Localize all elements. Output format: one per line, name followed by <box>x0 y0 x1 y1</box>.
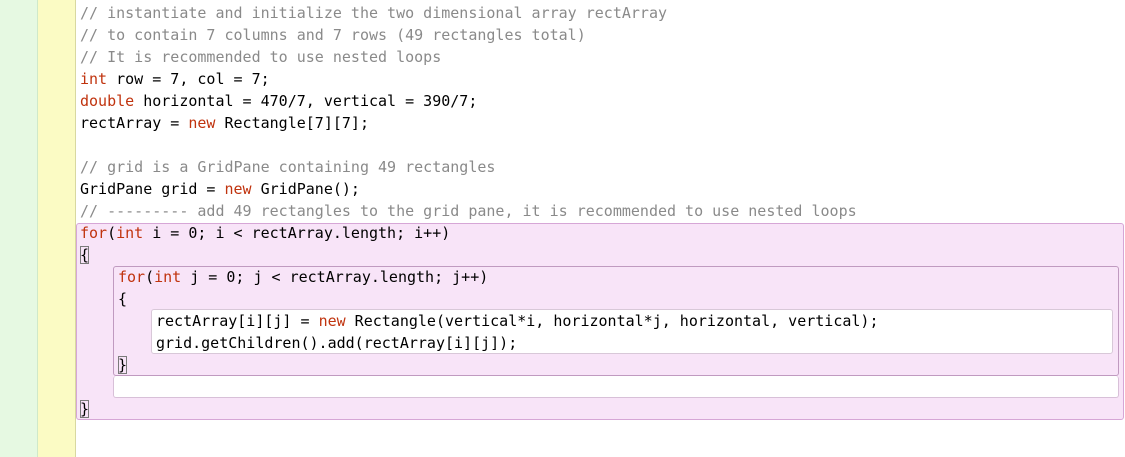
code-line[interactable]: // --------- add 49 rectangles to the gr… <box>80 200 857 222</box>
keyword-token: new <box>224 180 252 198</box>
code-line[interactable]: GridPane grid = new GridPane(); <box>80 178 360 200</box>
code-token: i = 0; i < rectArray.length; i++) <box>143 224 451 242</box>
code-line[interactable]: // It is recommended to use nested loops <box>80 46 441 68</box>
diff-gutter <box>0 0 38 457</box>
empty-line-block <box>113 376 1119 398</box>
comment-token: // to contain 7 columns and 7 rows (49 r… <box>80 26 586 44</box>
code-token: Rectangle(vertical*i, horizontal*j, hori… <box>345 312 879 330</box>
keyword-token: double <box>80 92 135 110</box>
code-line[interactable]: { <box>80 244 90 266</box>
comment-token: // grid is a GridPane containing 49 rect… <box>80 158 496 176</box>
code-line[interactable]: } <box>118 354 128 376</box>
code-token: rectArray[i][j] = <box>156 312 319 330</box>
code-token: GridPane grid = <box>80 180 225 198</box>
keyword-token: new <box>188 114 216 132</box>
brace-token: { <box>80 246 90 264</box>
keyword-token: int <box>116 224 144 242</box>
code-token: GridPane(); <box>251 180 360 198</box>
code-token: { <box>118 290 128 308</box>
code-line[interactable]: int row = 7, col = 7; <box>80 68 270 90</box>
code-token: j = 0; j < rectArray.length; j++) <box>181 268 489 286</box>
code-line[interactable]: rectArray[i][j] = new Rectangle(vertical… <box>156 310 878 332</box>
comment-token: // --------- add 49 rectangles to the gr… <box>80 202 857 220</box>
code-line[interactable]: double horizontal = 470/7, vertical = 39… <box>80 90 477 112</box>
comment-token: // It is recommended to use nested loops <box>80 48 442 66</box>
code-token: ( <box>145 268 155 286</box>
code-line[interactable]: for(int i = 0; i < rectArray.length; i++… <box>80 222 450 244</box>
keyword-token: new <box>318 312 346 330</box>
code-line[interactable]: } <box>80 398 90 420</box>
code-token: rectArray = <box>80 114 189 132</box>
line-number-gutter <box>38 0 76 457</box>
code-line[interactable]: { <box>118 288 127 310</box>
code-line[interactable]: for(int j = 0; j < rectArray.length; j++… <box>118 266 488 288</box>
code-token: horizontal = 470/7, vertical = 390/7; <box>134 92 478 110</box>
code-editor[interactable]: // instantiate and initialize the two di… <box>0 0 1125 457</box>
keyword-token: for <box>80 224 108 242</box>
code-token: grid.getChildren().add(rectArray[i][j]); <box>156 334 518 352</box>
keyword-token: int <box>80 70 108 88</box>
code-line[interactable]: // grid is a GridPane containing 49 rect… <box>80 156 495 178</box>
code-token: ( <box>107 224 117 242</box>
code-line[interactable]: // to contain 7 columns and 7 rows (49 r… <box>80 24 586 46</box>
code-token: row = 7, col = 7; <box>107 70 270 88</box>
code-token: Rectangle[7][7]; <box>215 114 369 132</box>
keyword-token: int <box>154 268 182 286</box>
code-line[interactable]: grid.getChildren().add(rectArray[i][j]); <box>156 332 517 354</box>
code-line[interactable]: // instantiate and initialize the two di… <box>80 2 667 24</box>
brace-token: } <box>118 356 128 374</box>
code-area[interactable]: // instantiate and initialize the two di… <box>76 0 1125 457</box>
comment-token: // instantiate and initialize the two di… <box>80 4 667 22</box>
keyword-token: for <box>118 268 146 286</box>
code-line[interactable]: rectArray = new Rectangle[7][7]; <box>80 112 369 134</box>
brace-token: } <box>80 400 90 418</box>
